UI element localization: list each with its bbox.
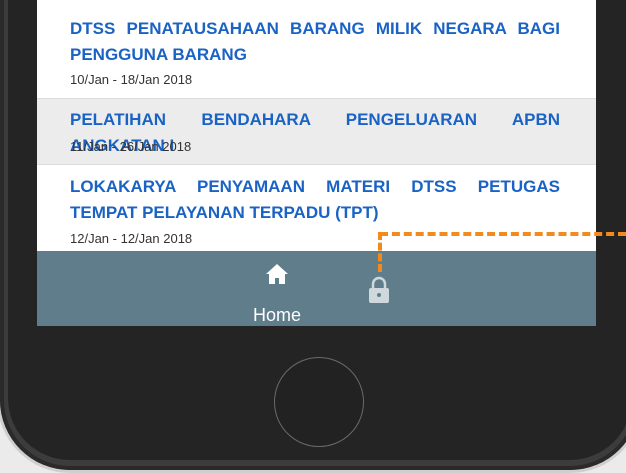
list-item[interactable]: PELATIHAN BENDAHARA PENGELUARAN APBN ANG… xyxy=(37,99,596,165)
nav-home-label: Home xyxy=(252,305,301,325)
phone-home-button[interactable] xyxy=(274,357,364,447)
item-title: LOKAKARYA PENYAMAAN MATERI DTSS PETUGAS … xyxy=(70,177,560,222)
list-item[interactable]: DTSS PENATAUSAHAAN BARANG MILIK NEGARA B… xyxy=(37,0,596,99)
callout-line-horizontal xyxy=(380,232,626,236)
home-icon xyxy=(266,264,288,284)
item-title: DTSS PENATAUSAHAAN BARANG MILIK NEGARA B… xyxy=(70,19,560,64)
list-item[interactable]: LOKAKARYA PENYAMAAN MATERI DTSS PETUGAS … xyxy=(37,165,596,251)
item-date: 10/Jan - 18/Jan 2018 xyxy=(70,72,193,87)
nav-home-button[interactable]: Home xyxy=(242,261,312,325)
nav-lock-button[interactable] xyxy=(368,276,390,304)
item-date: 12/Jan - 12/Jan 2018 xyxy=(70,231,193,246)
item-date: 11/Jan - 26/Jan 2018 xyxy=(70,139,192,154)
callout-line-vertical xyxy=(378,232,382,272)
app-screen: DTSS PENATAUSAHAAN BARANG MILIK NEGARA B… xyxy=(37,0,596,326)
bottom-nav-bar: Home xyxy=(37,251,596,326)
lock-icon xyxy=(369,276,389,303)
